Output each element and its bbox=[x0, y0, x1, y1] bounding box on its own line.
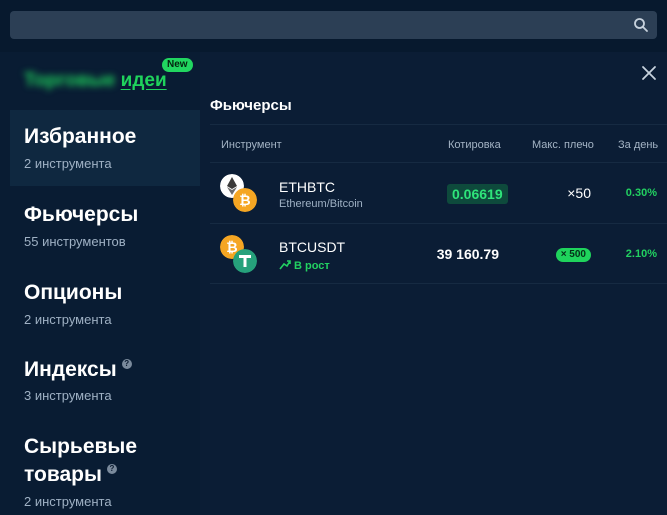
sidebar-item-title-line1: Сырьевые bbox=[24, 435, 138, 458]
instrument-symbol: BTCUSDT bbox=[279, 239, 346, 255]
max-leverage: ×50 bbox=[567, 185, 591, 201]
trend-up-icon bbox=[279, 260, 291, 270]
sidebar-item-options[interactable]: Опционы 2 инструмента bbox=[10, 266, 200, 342]
bitcoin-icon: ₿ bbox=[233, 188, 257, 212]
sidebar: Торговые идеи New Избранное 2 инструмент… bbox=[0, 52, 200, 515]
trend-tag-text: В рост bbox=[294, 260, 330, 272]
column-header-leverage: Макс. плечо bbox=[532, 139, 594, 151]
table-row[interactable]: ₿ BTCUSDT В рост 39 160.79 × 500 2.10% bbox=[210, 224, 667, 284]
brand-ideas-text[interactable]: идеи bbox=[121, 70, 167, 91]
column-header-quote: Котировка bbox=[448, 139, 501, 151]
close-icon[interactable] bbox=[640, 64, 658, 82]
svg-text:₿: ₿ bbox=[239, 193, 250, 209]
sidebar-item-futures[interactable]: Фьючерсы 55 инструментов bbox=[10, 188, 200, 264]
max-leverage-badge: × 500 bbox=[555, 248, 591, 262]
help-icon[interactable]: ? bbox=[106, 464, 117, 474]
instrument-symbol: ETHBTC bbox=[279, 179, 335, 195]
column-header-instrument: Инструмент bbox=[221, 139, 282, 151]
new-badge: New bbox=[162, 58, 193, 72]
sidebar-item-subtitle: 2 инструмента bbox=[24, 312, 112, 327]
table-row[interactable]: ₿ ETHBTC Ethereum/Bitcoin 0.06619 ×50 0.… bbox=[210, 163, 667, 223]
sidebar-item-title: Фьючерсы bbox=[24, 203, 139, 226]
instrument-subtitle: Ethereum/Bitcoin bbox=[279, 198, 363, 210]
quote-value: 39 160.79 bbox=[436, 246, 499, 262]
divider bbox=[210, 124, 667, 125]
sidebar-item-title: Опционы bbox=[24, 281, 123, 304]
panel-title: Фьючерсы bbox=[210, 97, 292, 114]
trend-tag: В рост bbox=[279, 259, 330, 272]
sidebar-item-title: Индексы? bbox=[24, 357, 132, 383]
search-input[interactable] bbox=[10, 11, 657, 39]
sidebar-item-subtitle: 2 инструмента bbox=[24, 494, 112, 509]
tether-icon bbox=[233, 249, 257, 273]
sidebar-item-title-text: Индексы bbox=[24, 358, 117, 381]
instruments-panel: Фьючерсы Инструмент Котировка Макс. плеч… bbox=[200, 52, 667, 515]
search-icon[interactable] bbox=[633, 17, 649, 33]
sidebar-item-favorites[interactable]: Избранное 2 инструмента bbox=[10, 110, 200, 186]
sidebar-item-commodities[interactable]: Сырьевые товары? 2 инструмента bbox=[10, 422, 200, 515]
quote-value: 0.06619 bbox=[447, 184, 508, 204]
daily-change: 2.10% bbox=[625, 248, 657, 260]
trading-ideas-link[interactable]: Торговые идеи bbox=[24, 70, 167, 92]
top-bar bbox=[0, 0, 667, 52]
sidebar-item-title-text: товары bbox=[24, 463, 102, 486]
divider bbox=[210, 283, 667, 284]
sidebar-item-subtitle: 2 инструмента bbox=[24, 156, 112, 171]
column-header-change: За день bbox=[618, 139, 659, 151]
sidebar-item-subtitle: 3 инструмента bbox=[24, 388, 112, 403]
sidebar-item-subtitle: 55 инструментов bbox=[24, 234, 126, 249]
sidebar-item-indices[interactable]: Индексы? 3 инструмента bbox=[10, 343, 200, 419]
brand-blurred-text: Торговые bbox=[24, 70, 116, 91]
sidebar-item-title: Избранное bbox=[24, 125, 137, 148]
daily-change: 0.30% bbox=[625, 187, 657, 199]
help-icon[interactable]: ? bbox=[121, 359, 132, 369]
sidebar-item-title-line2: товары? bbox=[24, 462, 117, 488]
